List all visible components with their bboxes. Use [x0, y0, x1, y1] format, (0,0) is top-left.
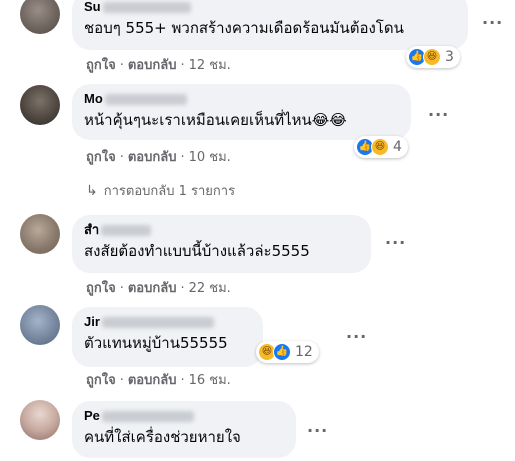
separator: · — [119, 150, 124, 165]
like-icon: 👍 — [273, 343, 291, 361]
comment-author[interactable]: สำ — [84, 222, 99, 237]
reply-link[interactable]: ตอบกลับ — [128, 150, 177, 165]
separator: · — [119, 58, 124, 73]
comment-bubble: Jir ตัวแทนหมู่บ้าน55555 — [72, 307, 263, 367]
comment-bubble: Pe คนที่ใส่เครื่องช่วยหายใจ — [72, 401, 296, 458]
comment-actions: ถูกใจ · ตอบกลับ · 16 ชม. — [86, 373, 231, 389]
reply-link[interactable]: ตอบกลับ — [128, 281, 177, 296]
more-options-icon[interactable]: ··· — [307, 423, 328, 439]
comment-author[interactable]: Jir — [84, 314, 100, 329]
comment-actions: ถูกใจ · ตอบกลับ · 10 ชม. — [86, 150, 231, 166]
separator: · — [180, 281, 185, 296]
comment-text: คนที่ใส่เครื่องช่วยหายใจ — [84, 428, 241, 446]
reply-link[interactable]: ตอบกลับ — [128, 58, 177, 73]
comment-bubble: Su ชอบๆ 555+ พวกสร้างความเดือดร้อนมันต้อ… — [72, 0, 468, 50]
blurred-name — [101, 411, 194, 423]
timestamp[interactable]: 16 ชม. — [189, 373, 231, 388]
more-options-icon[interactable]: ··· — [346, 329, 367, 345]
view-replies-link[interactable]: ↳ การตอบกลับ 1 รายการ — [86, 180, 235, 201]
separator: · — [180, 58, 185, 73]
more-options-icon[interactable]: ··· — [385, 235, 406, 251]
more-options-icon[interactable]: ··· — [428, 107, 449, 123]
timestamp[interactable]: 12 ชม. — [189, 58, 231, 73]
like-link[interactable]: ถูกใจ — [86, 281, 116, 296]
reaction-summary[interactable]: 😆 👍 12 — [256, 341, 319, 363]
avatar[interactable] — [20, 305, 60, 345]
reaction-summary[interactable]: 👍 😆 3 — [406, 46, 460, 68]
comment-author[interactable]: Mo — [84, 91, 103, 106]
like-link[interactable]: ถูกใจ — [86, 373, 116, 388]
separator: · — [119, 373, 124, 388]
reply-arrow-icon: ↳ — [86, 183, 98, 199]
timestamp[interactable]: 10 ชม. — [189, 150, 231, 165]
avatar[interactable] — [20, 214, 60, 254]
comment-author[interactable]: Pe — [84, 408, 100, 423]
comment-author[interactable]: Su — [84, 0, 101, 14]
comment-text: ตัวแทนหมู่บ้าน55555 — [84, 334, 228, 352]
comment-text: ชอบๆ 555+ พวกสร้างความเดือดร้อนมันต้องโด… — [84, 19, 404, 37]
avatar[interactable] — [20, 85, 60, 125]
laughing-icon: 😆 — [423, 48, 441, 66]
comment-actions: ถูกใจ · ตอบกลับ · 12 ชม. — [86, 58, 231, 74]
comment-actions: ถูกใจ · ตอบกลับ · 22 ชม. — [86, 281, 231, 297]
comment-text: หน้าคุ้นๆนะเราเหมือนเคยเห็นที่ไหน😂😂 — [84, 111, 347, 129]
avatar[interactable] — [20, 0, 60, 34]
reply-link[interactable]: ตอบกลับ — [128, 373, 177, 388]
avatar[interactable] — [20, 400, 60, 440]
blurred-name — [101, 225, 152, 237]
separator: · — [180, 150, 185, 165]
separator: · — [119, 281, 124, 296]
comment-bubble: Mo หน้าคุ้นๆนะเราเหมือนเคยเห็นที่ไหน😂😂 — [72, 84, 411, 140]
blurred-name — [104, 94, 187, 106]
replies-count[interactable]: การตอบกลับ 1 รายการ — [104, 184, 235, 199]
more-options-icon[interactable]: ··· — [482, 15, 503, 31]
like-link[interactable]: ถูกใจ — [86, 150, 116, 165]
comment-text: สงสัยต้องทำแบบนี้บ้างแล้วล่ะ5555 — [84, 242, 310, 260]
reaction-count: 12 — [295, 344, 313, 360]
reaction-count: 4 — [393, 139, 402, 155]
reaction-summary[interactable]: 👍 😆 4 — [354, 136, 408, 158]
blurred-name — [101, 317, 214, 329]
laughing-icon: 😆 — [371, 138, 389, 156]
reaction-count: 3 — [445, 49, 454, 65]
separator: · — [180, 373, 185, 388]
blurred-name — [102, 2, 191, 14]
comment-bubble: สำ สงสัยต้องทำแบบนี้บ้างแล้วล่ะ5555 — [72, 215, 371, 273]
timestamp[interactable]: 22 ชม. — [189, 281, 231, 296]
like-link[interactable]: ถูกใจ — [86, 58, 116, 73]
